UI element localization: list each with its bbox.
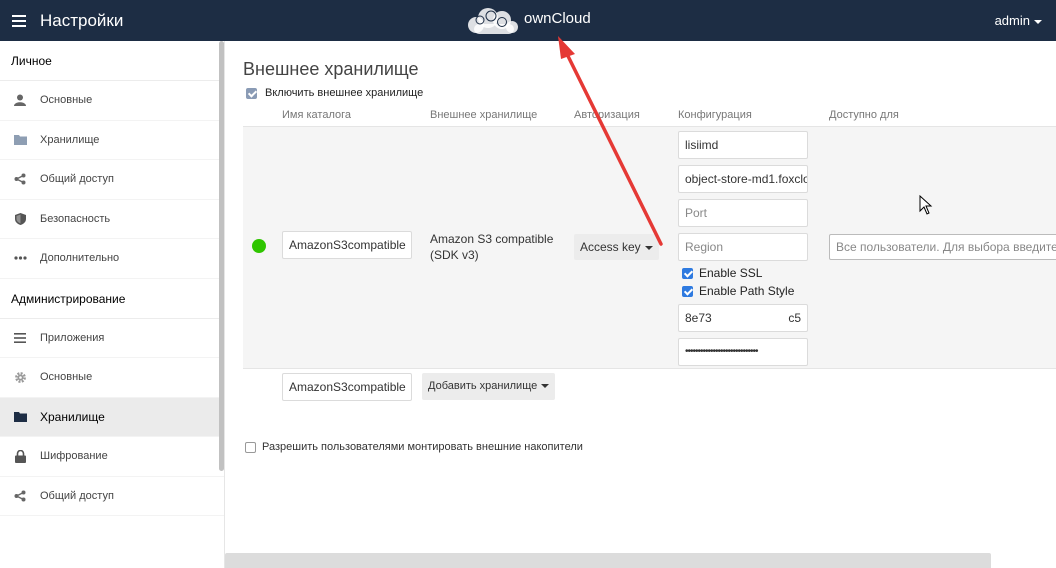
sidebar-item-label: Безопасность — [40, 212, 111, 225]
column-header-auth: Авторизация — [574, 109, 640, 121]
share-icon — [13, 489, 27, 503]
access-key-end: c5 — [788, 311, 801, 325]
table-row: AmazonS3compatible Amazon S3 compatible … — [243, 126, 1056, 369]
main-content: Внешнее хранилище Включить внешнее храни… — [225, 41, 1056, 568]
column-header-folder: Имя каталога — [282, 109, 351, 121]
sidebar-item-label: Дополнительно — [40, 252, 120, 265]
secret-key-input[interactable]: ••••••••••••••••••••••••••••• — [678, 338, 808, 366]
hamburger-menu-icon[interactable] — [12, 12, 26, 28]
sidebar-item-label: Основные — [40, 371, 93, 384]
storage-type-label: Amazon S3 compatible (SDK v3) — [430, 232, 554, 262]
sidebar-item-admin-storage[interactable]: Хранилище — [0, 397, 224, 437]
sidebar: Личное Основные Хранилище Общий доступ Б… — [0, 41, 225, 568]
add-storage-dropdown[interactable]: Добавить хранилище — [422, 373, 556, 400]
username: admin — [994, 13, 1030, 28]
bottom-scrollbar[interactable] — [225, 553, 991, 568]
sidebar-item-apps[interactable]: Приложения — [0, 319, 224, 358]
enable-ssl-label: Enable SSL — [699, 266, 763, 280]
hostname-input[interactable]: object-store-md1.foxcloud — [678, 165, 808, 193]
column-header-available: Доступно для — [829, 109, 899, 121]
auth-dropdown[interactable]: Access key — [574, 234, 659, 260]
region-input[interactable]: Region — [678, 233, 808, 261]
sidebar-item-label: Шифрование — [40, 450, 108, 463]
new-folder-name-input[interactable]: AmazonS3compatible — [282, 373, 412, 401]
allow-user-mounting-checkbox[interactable] — [245, 441, 256, 453]
list-icon — [13, 331, 27, 345]
chevron-down-icon — [541, 384, 550, 389]
enable-ssl-row[interactable]: Enable SSL — [682, 266, 762, 280]
chevron-down-icon — [644, 245, 653, 250]
sidebar-heading-personal: Личное — [0, 41, 224, 81]
app-title[interactable]: Настройки — [40, 11, 123, 31]
cloud-icon — [468, 8, 518, 34]
sidebar-item-encryption[interactable]: Шифрование — [0, 437, 224, 477]
sidebar-item-personal-storage[interactable]: Хранилище — [0, 121, 224, 160]
auth-dropdown-value: Access key — [580, 240, 641, 254]
gear-icon — [13, 370, 27, 384]
page-title: Внешнее хранилище — [243, 59, 419, 79]
owncloud-logo[interactable]: ownCloud — [464, 5, 591, 37]
top-header: Настройки ownCloud admin — [0, 0, 1056, 41]
sidebar-item-label: Общий доступ — [40, 173, 114, 186]
lock-icon — [13, 449, 27, 463]
sidebar-item-label: Основные — [40, 94, 93, 107]
sidebar-item-label: Хранилище — [40, 409, 105, 424]
add-storage-label: Добавить хранилище — [428, 380, 538, 392]
path-style-checkbox[interactable] — [682, 285, 693, 297]
bucket-input[interactable]: lisiimd — [678, 131, 808, 159]
status-indicator[interactable] — [252, 239, 266, 253]
enable-external-storage-label: Включить внешнее хранилище — [265, 87, 424, 99]
sidebar-item-label: Общий доступ — [40, 489, 114, 502]
brand-name: ownCloud — [524, 9, 591, 27]
shield-icon — [13, 212, 27, 226]
allow-user-mounting-row[interactable]: Разрешить пользователями монтировать вне… — [245, 441, 583, 453]
sidebar-item-personal-sharing[interactable]: Общий доступ — [0, 160, 224, 200]
chevron-down-icon — [1034, 19, 1042, 24]
more-icon — [13, 251, 27, 265]
enable-external-storage-checkbox[interactable] — [246, 87, 257, 99]
column-header-external: Внешнее хранилище — [430, 109, 538, 121]
sidebar-item-security[interactable]: Безопасность — [0, 200, 224, 239]
sidebar-item-additional[interactable]: Дополнительно — [0, 239, 224, 279]
access-key-input[interactable]: 8e73 c5 — [678, 304, 808, 332]
path-style-row[interactable]: Enable Path Style — [682, 284, 794, 298]
sidebar-scrollbar[interactable] — [219, 41, 224, 471]
folder-icon — [13, 410, 27, 424]
access-key-start: 8e73 — [685, 311, 712, 325]
user-icon — [13, 93, 27, 107]
user-menu[interactable]: admin — [995, 13, 1042, 28]
sidebar-item-label: Приложения — [40, 331, 105, 344]
sidebar-item-admin-sharing[interactable]: Общий доступ — [0, 477, 224, 516]
enable-ssl-checkbox[interactable] — [682, 267, 693, 279]
available-for-input[interactable]: Все пользователи. Для выбора введите — [829, 234, 1056, 260]
port-input[interactable]: Port — [678, 199, 808, 227]
sidebar-item-personal-general[interactable]: Основные — [0, 81, 224, 121]
sidebar-item-label: Хранилище — [40, 133, 100, 146]
folder-icon — [13, 133, 27, 147]
sidebar-heading-admin: Администрирование — [0, 279, 224, 319]
column-header-config: Конфигурация — [678, 109, 752, 121]
folder-name-input[interactable]: AmazonS3compatible — [282, 231, 412, 259]
share-icon — [13, 172, 27, 186]
path-style-label: Enable Path Style — [699, 284, 795, 298]
allow-user-mounting-label: Разрешить пользователями монтировать вне… — [262, 441, 583, 453]
enable-external-storage-row[interactable]: Включить внешнее хранилище — [246, 87, 423, 99]
sidebar-item-admin-general[interactable]: Основные — [0, 358, 224, 398]
